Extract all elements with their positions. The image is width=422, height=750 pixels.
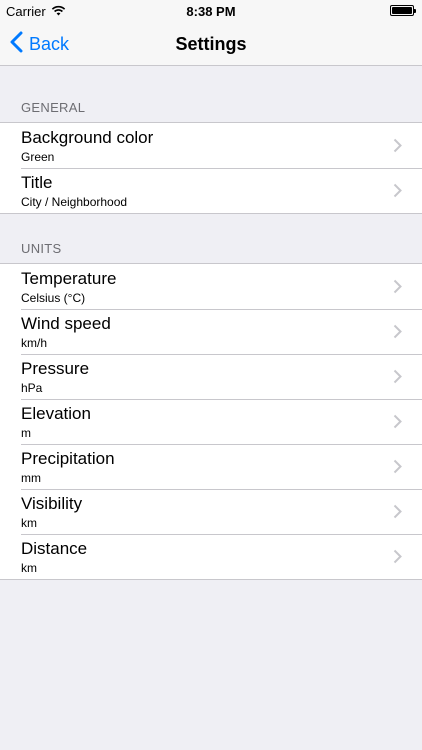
row-value: km/h <box>21 336 48 350</box>
row-value: m <box>21 426 31 440</box>
chevron-right-icon <box>393 369 402 389</box>
row-title-format[interactable]: Title City / Neighborhood <box>0 168 422 213</box>
chevron-right-icon <box>393 324 402 344</box>
row-title: Title <box>21 173 53 192</box>
row-pressure[interactable]: Pressure hPa <box>0 354 422 399</box>
chevron-right-icon <box>393 279 402 299</box>
row-background-color[interactable]: Background color Green <box>0 123 422 168</box>
navigation-bar: Back Settings <box>0 22 422 66</box>
row-wind-speed[interactable]: Wind speed km/h <box>0 309 422 354</box>
row-value: mm <box>21 471 41 485</box>
row-title: Wind speed <box>21 314 111 333</box>
row-title: Distance <box>21 539 88 558</box>
row-precipitation[interactable]: Precipitation mm <box>0 444 422 489</box>
row-distance[interactable]: Distance km <box>0 534 422 579</box>
settings-list: GENERAL Background color Green Title Cit… <box>0 67 422 580</box>
chevron-right-icon <box>393 414 402 434</box>
row-title: Background color <box>21 128 154 147</box>
chevron-right-icon <box>393 183 402 203</box>
battery-icon <box>390 5 416 16</box>
section-header-units: UNITS <box>21 241 62 256</box>
row-title: Visibility <box>21 494 83 513</box>
group-general: Background color Green Title City / Neig… <box>0 122 422 214</box>
page-title: Settings <box>175 34 247 54</box>
chevron-right-icon <box>393 504 402 524</box>
row-value: km <box>21 516 37 530</box>
row-title: Elevation <box>21 404 91 423</box>
chevron-right-icon <box>393 549 402 569</box>
row-value: hPa <box>21 381 43 395</box>
row-visibility[interactable]: Visibility km <box>0 489 422 534</box>
row-value: Celsius (°C) <box>21 291 86 305</box>
row-temperature[interactable]: Temperature Celsius (°C) <box>0 264 422 309</box>
chevron-right-icon <box>393 459 402 479</box>
row-title: Pressure <box>21 359 90 378</box>
group-units: Temperature Celsius (°C) Wind speed km/h… <box>0 263 422 580</box>
status-time: 8:38 PM <box>186 4 236 19</box>
status-bar: Carrier 8:38 PM <box>0 0 422 22</box>
row-value: Green <box>21 150 55 164</box>
row-elevation[interactable]: Elevation m <box>0 399 422 444</box>
row-title: Precipitation <box>21 449 115 468</box>
row-value: City / Neighborhood <box>21 195 128 209</box>
row-value: km <box>21 561 37 575</box>
section-header-general: GENERAL <box>21 100 86 115</box>
chevron-right-icon <box>393 138 402 158</box>
row-title: Temperature <box>21 269 117 288</box>
